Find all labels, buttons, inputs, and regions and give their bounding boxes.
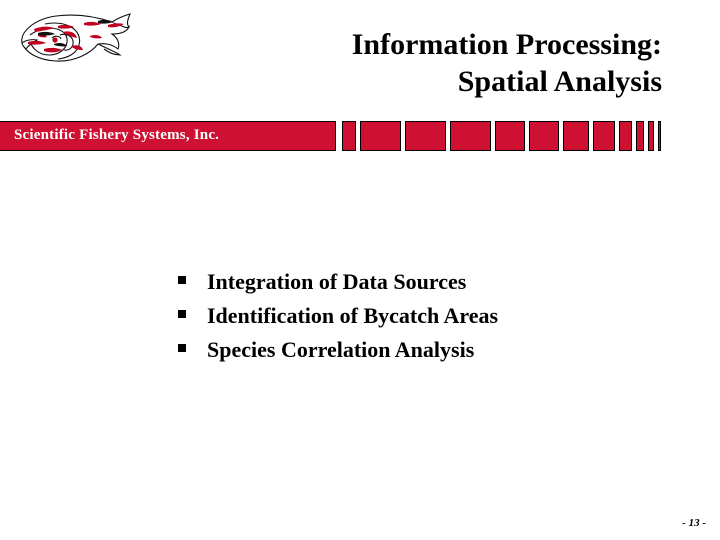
slide-title-line-1: Information Processing: [351,28,662,61]
slide-title: Information Processing: Spatial Analysis [200,26,662,100]
banner-block [648,121,654,151]
list-item: Identification of Bycatch Areas [178,302,648,336]
company-name: Scientific Fishery Systems, Inc. [14,127,220,143]
square-bullet-icon [178,276,186,284]
slide: Information Processing: Spatial Analysis… [0,0,720,540]
slide-title-line-2: Spatial Analysis [457,65,662,98]
banner-block [593,121,615,151]
banner-block [529,121,559,151]
scientific-fishery-systems-salmon-logo [8,2,134,74]
list-item: Species Correlation Analysis [178,336,648,370]
banner-block [450,121,491,151]
banner-block [658,121,661,151]
banner-block [619,121,632,151]
banner-block [495,121,525,151]
square-bullet-icon [178,344,186,352]
bullet-list: Integration of Data Sources Identificati… [178,268,648,370]
page-number: - 13 - [682,517,706,529]
square-bullet-icon [178,310,186,318]
list-item-label: Integration of Data Sources [207,269,467,294]
banner-block [636,121,644,151]
banner-block [360,121,401,151]
banner-block [563,121,589,151]
list-item: Integration of Data Sources [178,268,648,302]
list-item-label: Identification of Bycatch Areas [207,303,499,328]
banner-block [405,121,446,151]
banner-block [342,121,356,151]
list-item-label: Species Correlation Analysis [207,337,475,362]
